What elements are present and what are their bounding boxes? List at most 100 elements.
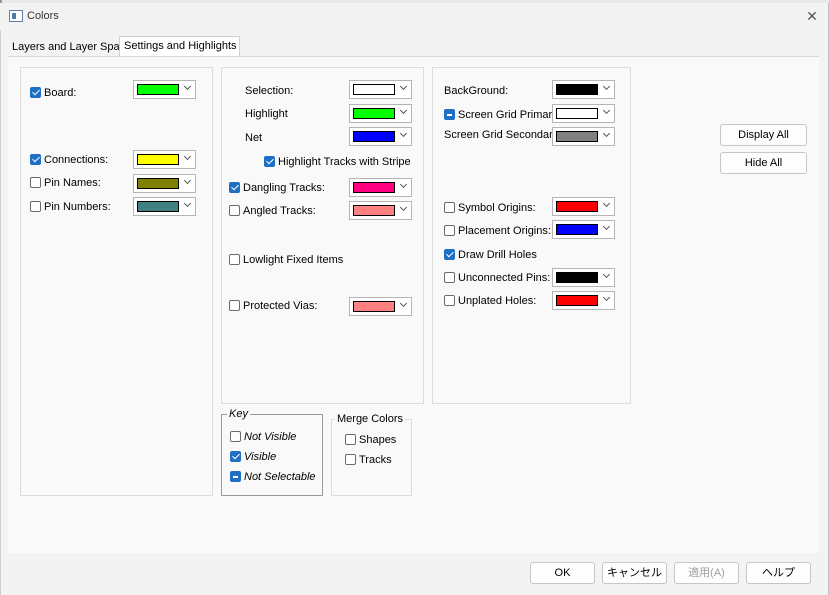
pin-names-checkbox[interactable] bbox=[30, 177, 41, 188]
symbol-origins-label: Symbol Origins: bbox=[458, 202, 536, 214]
placement-origins-color-combo[interactable] bbox=[552, 220, 615, 239]
color-swatch bbox=[137, 178, 179, 189]
pin-names-color-combo[interactable] bbox=[133, 174, 196, 193]
draw-drill-holes-checkbox[interactable] bbox=[444, 249, 455, 260]
selection-label: Selection: bbox=[245, 85, 294, 97]
title-bar bbox=[0, 3, 827, 30]
key-not-selectable-icon bbox=[230, 471, 241, 482]
background-label: BackGround: bbox=[444, 85, 509, 97]
key-not-selectable-label: Not Selectable bbox=[244, 471, 316, 483]
chevron-down-icon bbox=[401, 182, 407, 188]
pin-names-label: Pin Names: bbox=[44, 177, 101, 189]
color-swatch bbox=[137, 201, 179, 212]
net-color-combo[interactable] bbox=[349, 127, 412, 146]
chevron-down-icon bbox=[604, 131, 610, 137]
color-swatch bbox=[556, 84, 598, 95]
chevron-down-icon bbox=[604, 295, 610, 301]
tab-settings-and-highlights[interactable]: Settings and Highlights bbox=[119, 36, 240, 56]
tab-layers-and-layer-spans[interactable]: Layers and Layer Spans bbox=[8, 38, 131, 56]
board-checkbox[interactable] bbox=[30, 87, 41, 98]
selection-color-combo[interactable] bbox=[349, 80, 412, 99]
key-not-visible-icon bbox=[230, 431, 241, 442]
hide-all-button[interactable]: Hide All bbox=[720, 152, 807, 174]
chevron-down-icon bbox=[401, 84, 407, 90]
color-swatch bbox=[556, 108, 598, 119]
chevron-down-icon bbox=[185, 178, 191, 184]
lowlight-fixed-checkbox[interactable] bbox=[229, 254, 240, 265]
unconnected-pins-label: Unconnected Pins: bbox=[458, 272, 551, 284]
chevron-down-icon bbox=[401, 301, 407, 307]
chevron-down-icon bbox=[401, 131, 407, 137]
pin-numbers-color-combo[interactable] bbox=[133, 197, 196, 216]
dangling-tracks-color-combo[interactable] bbox=[349, 178, 412, 197]
color-swatch bbox=[556, 272, 598, 283]
chevron-down-icon bbox=[401, 108, 407, 114]
symbol-origins-checkbox[interactable] bbox=[444, 202, 455, 213]
chevron-down-icon bbox=[604, 108, 610, 114]
window-icon bbox=[9, 10, 23, 22]
connections-checkbox[interactable] bbox=[30, 154, 41, 165]
dangling-tracks-checkbox[interactable] bbox=[229, 182, 240, 193]
color-swatch bbox=[353, 84, 395, 95]
connections-label: Connections: bbox=[44, 154, 109, 166]
chevron-down-icon bbox=[604, 272, 610, 278]
highlight-stripe-checkbox[interactable] bbox=[264, 156, 275, 167]
chevron-down-icon bbox=[604, 201, 610, 207]
unplated-holes-label: Unplated Holes: bbox=[458, 295, 537, 307]
unconnected-pins-color-combo[interactable] bbox=[552, 268, 615, 287]
key-visible-label: Visible bbox=[244, 451, 277, 463]
chevron-down-icon bbox=[185, 84, 191, 90]
chevron-down-icon bbox=[185, 201, 191, 207]
window-title: Colors bbox=[27, 10, 59, 22]
placement-origins-label: Placement Origins: bbox=[458, 225, 551, 237]
protected-vias-color-combo[interactable] bbox=[349, 297, 412, 316]
color-swatch bbox=[137, 154, 179, 165]
merge-colors-title: Merge Colors bbox=[335, 413, 406, 426]
highlight-stripe-label: Highlight Tracks with Stripe bbox=[278, 156, 411, 168]
merge-shapes-checkbox[interactable] bbox=[345, 434, 356, 445]
unplated-holes-color-combo[interactable] bbox=[552, 291, 615, 310]
apply-button[interactable]: 適用(A) bbox=[674, 562, 739, 584]
chevron-down-icon bbox=[185, 154, 191, 160]
screen-grid-secondary-color-combo[interactable] bbox=[552, 127, 615, 146]
board-color-combo[interactable] bbox=[133, 80, 196, 99]
cancel-button[interactable]: キャンセル bbox=[602, 562, 667, 584]
color-swatch bbox=[556, 295, 598, 306]
screen-grid-primary-checkbox[interactable] bbox=[444, 109, 455, 120]
ok-button[interactable]: OK bbox=[530, 562, 595, 584]
merge-tracks-label: Tracks bbox=[359, 454, 392, 466]
unplated-holes-checkbox[interactable] bbox=[444, 295, 455, 306]
protected-vias-checkbox[interactable] bbox=[229, 300, 240, 311]
placement-origins-checkbox[interactable] bbox=[444, 225, 455, 236]
color-swatch bbox=[353, 301, 395, 312]
angled-tracks-label: Angled Tracks: bbox=[243, 205, 316, 217]
net-label: Net bbox=[245, 132, 263, 144]
dangling-tracks-label: Dangling Tracks: bbox=[243, 182, 325, 194]
lowlight-fixed-label: Lowlight Fixed Items bbox=[243, 254, 344, 266]
color-swatch bbox=[556, 131, 598, 142]
merge-shapes-label: Shapes bbox=[359, 434, 397, 446]
connections-color-combo[interactable] bbox=[133, 150, 196, 169]
background-color-combo[interactable] bbox=[552, 80, 615, 99]
pin-numbers-checkbox[interactable] bbox=[30, 201, 41, 212]
close-icon[interactable]: ✕ bbox=[803, 7, 821, 25]
screen-grid-primary-color-combo[interactable] bbox=[552, 104, 615, 123]
symbol-origins-color-combo[interactable] bbox=[552, 197, 615, 216]
screen-grid-primary-label: Screen Grid Primary: bbox=[458, 109, 561, 121]
chevron-down-icon bbox=[604, 84, 610, 90]
angled-tracks-checkbox[interactable] bbox=[229, 205, 240, 216]
angled-tracks-color-combo[interactable] bbox=[349, 201, 412, 220]
key-visible-icon bbox=[230, 451, 241, 462]
board-label: Board: bbox=[44, 87, 77, 99]
color-swatch bbox=[137, 84, 179, 95]
color-swatch bbox=[353, 131, 395, 142]
chevron-down-icon bbox=[401, 205, 407, 211]
unconnected-pins-checkbox[interactable] bbox=[444, 272, 455, 283]
protected-vias-label: Protected Vias: bbox=[243, 300, 318, 312]
display-all-button[interactable]: Display All bbox=[720, 124, 807, 146]
merge-tracks-checkbox[interactable] bbox=[345, 454, 356, 465]
pin-numbers-label: Pin Numbers: bbox=[44, 201, 111, 213]
help-button[interactable]: ヘルプ bbox=[746, 562, 811, 584]
highlight-color-combo[interactable] bbox=[349, 104, 412, 123]
draw-drill-holes-label: Draw Drill Holes bbox=[458, 249, 537, 261]
